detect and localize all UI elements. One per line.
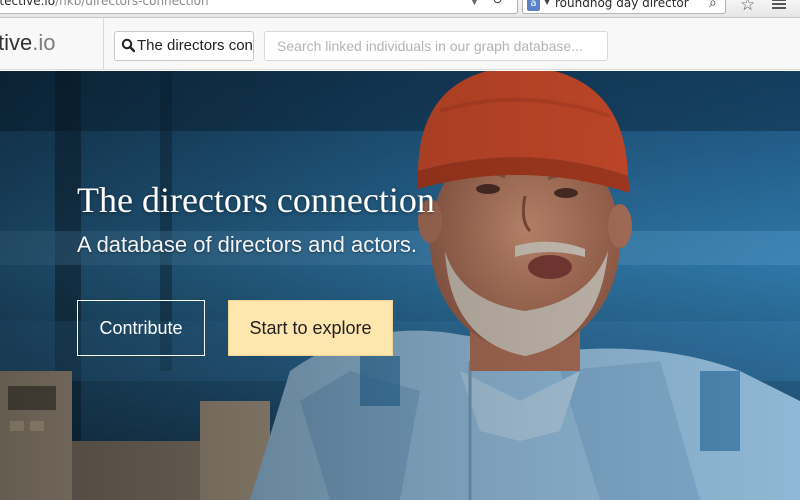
search-icon — [121, 38, 135, 53]
start-to-explore-button[interactable]: Start to explore — [228, 300, 393, 356]
hero-title: The directors connection — [77, 180, 435, 220]
browser-search-box[interactable]: a ▼ roundhog day director ⌕ — [522, 0, 726, 14]
dropdown-arrow-icon[interactable]: ▼ — [471, 0, 478, 8]
hero-photo — [0, 71, 800, 500]
browser-toolbar: etective.io/hkb/directors-connection ▼ ↻… — [0, 0, 800, 18]
hero-banner: The directors connection A database of d… — [0, 71, 800, 500]
address-bar-text[interactable]: etective.io/hkb/directors-connection — [0, 0, 209, 7]
address-bar[interactable]: etective.io/hkb/directors-connection ▼ ↻ — [0, 0, 518, 14]
nav-divider — [103, 18, 104, 70]
magnifier-icon[interactable]: ⌕ — [709, 0, 717, 11]
graph-search-value[interactable]: The directors conn — [137, 37, 253, 54]
brand-logo[interactable]: tive.io — [0, 30, 56, 56]
menu-icon[interactable] — [772, 0, 786, 9]
graph-search-input[interactable]: The directors conn — [114, 31, 254, 61]
bookmark-star-icon[interactable]: ☆ — [740, 0, 755, 15]
search-engine-icon[interactable]: a — [527, 0, 540, 11]
search-engine-caret-icon[interactable]: ▼ — [544, 0, 550, 6]
site-navbar: tive.io The directors conn — [0, 18, 800, 70]
browser-search-query[interactable]: roundhog day director — [555, 0, 689, 10]
contribute-button[interactable]: Contribute — [77, 300, 205, 356]
hero-subtitle: A database of directors and actors. — [77, 232, 417, 257]
individual-search-input[interactable] — [264, 31, 608, 61]
reload-icon[interactable]: ↻ — [492, 0, 503, 7]
